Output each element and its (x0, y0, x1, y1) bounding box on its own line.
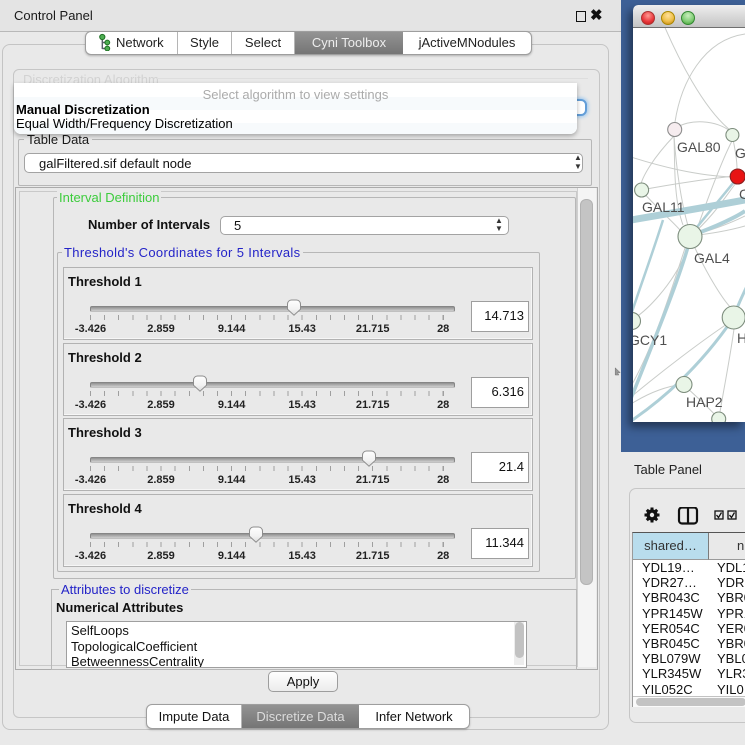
svg-text:H: H (737, 330, 745, 346)
svg-text:HAP2: HAP2 (686, 394, 723, 410)
svg-text:GAL11: GAL11 (642, 199, 685, 215)
svg-text:GAL4: GAL4 (694, 250, 730, 266)
svg-text:C: C (739, 186, 745, 202)
svg-text:GAL80: GAL80 (677, 139, 721, 155)
svg-text:GA: GA (735, 145, 745, 161)
svg-text:GCY1: GCY1 (633, 332, 667, 348)
